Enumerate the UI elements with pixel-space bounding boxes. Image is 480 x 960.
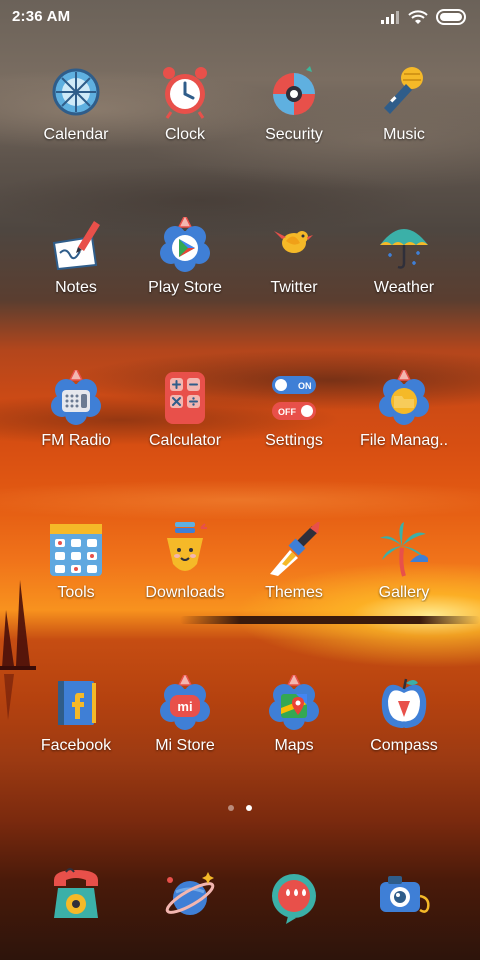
status-bar: 2:36 AM	[0, 0, 480, 34]
app-label: Mi Store	[155, 737, 215, 754]
app-mi-store[interactable]: mi Mi Store	[129, 671, 241, 785]
water-drops-icon	[272, 874, 316, 924]
umbrella-icon	[376, 217, 432, 273]
app-label: Facebook	[40, 737, 112, 754]
app-maps[interactable]: Maps	[238, 671, 350, 785]
app-label: Calendar	[43, 126, 109, 143]
app-calendar[interactable]: Calendar	[20, 64, 132, 174]
app-label: Themes	[265, 584, 323, 601]
app-label: Clock	[164, 126, 205, 143]
palm-tree-icon	[376, 522, 432, 578]
app-file-manager[interactable]: File Manag..	[348, 366, 460, 480]
app-label: Calculator	[148, 432, 222, 449]
signal-icon	[381, 11, 399, 24]
radio-icon	[48, 366, 104, 426]
app-gallery[interactable]: Gallery	[348, 522, 460, 632]
bird-icon	[266, 217, 322, 273]
microphone-icon	[376, 64, 432, 120]
page-dot-active[interactable]	[246, 805, 252, 811]
app-label: Maps	[274, 737, 314, 754]
maps-pin-icon	[266, 671, 322, 731]
app-settings[interactable]: ON OFF Settings	[238, 370, 350, 480]
phone-icon	[54, 868, 98, 918]
mi-store-icon: mi	[157, 671, 213, 731]
app-label: Settings	[265, 432, 323, 449]
app-tools[interactable]: Tools	[20, 522, 132, 632]
wifi-icon	[408, 9, 428, 24]
app-fm-radio[interactable]: FM Radio	[20, 366, 132, 480]
app-clock[interactable]: Clock	[129, 64, 241, 174]
planet-icon	[165, 872, 215, 915]
status-time: 2:36 AM	[12, 8, 71, 25]
page-indicator	[0, 802, 480, 814]
app-label: Twitter	[270, 279, 318, 296]
apple-compass-icon	[376, 675, 432, 731]
alarm-clock-icon	[157, 64, 213, 120]
app-label: Tools	[57, 584, 95, 601]
app-label: Downloads	[145, 584, 225, 601]
calendar-icon	[48, 64, 104, 120]
security-shield-icon	[266, 64, 322, 120]
app-themes[interactable]: Themes	[238, 520, 350, 632]
dock-browser[interactable]	[158, 866, 218, 926]
app-facebook[interactable]: Facebook	[20, 675, 132, 785]
app-label: FM Radio	[41, 432, 111, 449]
play-store-icon	[157, 213, 213, 273]
app-notes[interactable]: Notes	[20, 217, 132, 327]
app-label: Weather	[373, 279, 435, 296]
page-dot[interactable]	[228, 805, 234, 811]
facebook-book-icon	[48, 675, 104, 731]
camera-icon	[380, 876, 430, 913]
app-music[interactable]: Music	[348, 64, 460, 174]
app-twitter[interactable]: Twitter	[238, 217, 350, 327]
notes-pencil-icon	[48, 217, 104, 273]
app-label: Security	[265, 126, 323, 143]
app-label: Music	[383, 126, 425, 143]
app-calculator[interactable]: Calculator	[129, 370, 241, 480]
dock-messaging[interactable]	[264, 866, 324, 926]
battery-icon	[436, 9, 466, 25]
calculator-icon	[157, 370, 213, 426]
svg-text:ON: ON	[298, 381, 312, 391]
app-label: Notes	[55, 279, 97, 296]
app-label: Play Store	[148, 279, 222, 296]
tools-grid-icon	[48, 522, 104, 578]
app-play-store[interactable]: Play Store	[129, 213, 241, 327]
svg-text:mi: mi	[177, 699, 192, 714]
svg-text:OFF: OFF	[278, 407, 296, 417]
app-compass[interactable]: Compass	[348, 675, 460, 785]
download-face-icon	[157, 522, 213, 578]
app-security[interactable]: Security	[238, 64, 350, 174]
app-weather[interactable]: Weather	[348, 217, 460, 327]
dock-phone[interactable]	[46, 866, 106, 926]
dock-camera[interactable]	[374, 866, 434, 926]
app-label: Compass	[370, 737, 438, 754]
paintbrush-icon	[266, 520, 322, 578]
folder-icon	[376, 366, 432, 426]
status-icons	[380, 8, 468, 26]
app-label: File Manag..	[359, 432, 449, 449]
app-label: Gallery	[378, 584, 430, 601]
toggle-switches-icon: ON OFF	[266, 370, 322, 426]
app-downloads[interactable]: Downloads	[129, 522, 241, 632]
